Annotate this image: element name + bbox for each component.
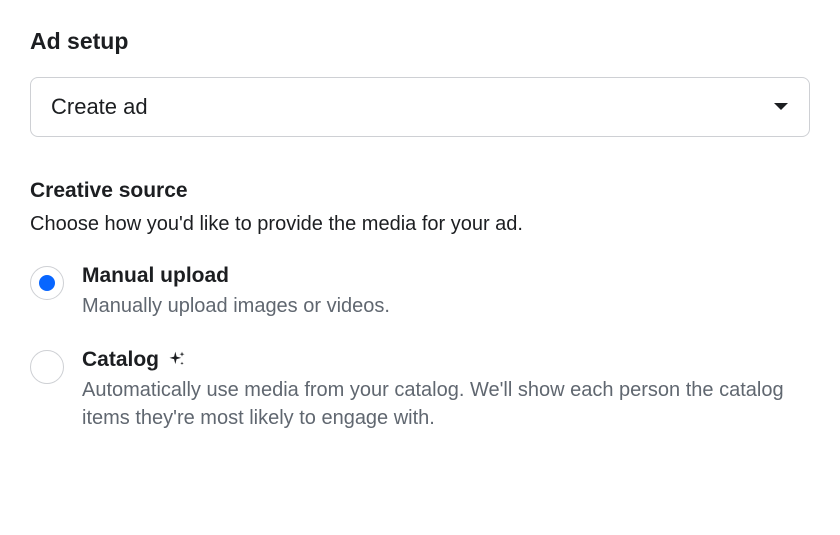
ad-setup-title: Ad setup xyxy=(30,28,810,55)
radio-indicator xyxy=(30,350,64,384)
radio-content: Catalog Automatically use media from you… xyxy=(82,348,810,432)
radio-description: Manually upload images or videos. xyxy=(82,292,810,320)
dropdown-label: Create ad xyxy=(51,94,148,120)
radio-content: Manual upload Manually upload images or … xyxy=(82,264,810,320)
radio-title: Catalog xyxy=(82,348,159,372)
caret-down-icon xyxy=(773,102,789,112)
creative-source-section: Creative source Choose how you'd like to… xyxy=(30,179,810,432)
radio-option-catalog[interactable]: Catalog Automatically use media from you… xyxy=(30,348,810,432)
creative-source-description: Choose how you'd like to provide the med… xyxy=(30,213,810,236)
radio-description: Automatically use media from your catalo… xyxy=(82,376,810,432)
radio-option-manual-upload[interactable]: Manual upload Manually upload images or … xyxy=(30,264,810,320)
radio-indicator xyxy=(30,266,64,300)
sparkle-icon xyxy=(167,350,187,370)
creative-source-radio-group: Manual upload Manually upload images or … xyxy=(30,264,810,432)
creative-source-title: Creative source xyxy=(30,179,810,203)
radio-title: Manual upload xyxy=(82,264,229,288)
create-ad-dropdown[interactable]: Create ad xyxy=(30,77,810,137)
